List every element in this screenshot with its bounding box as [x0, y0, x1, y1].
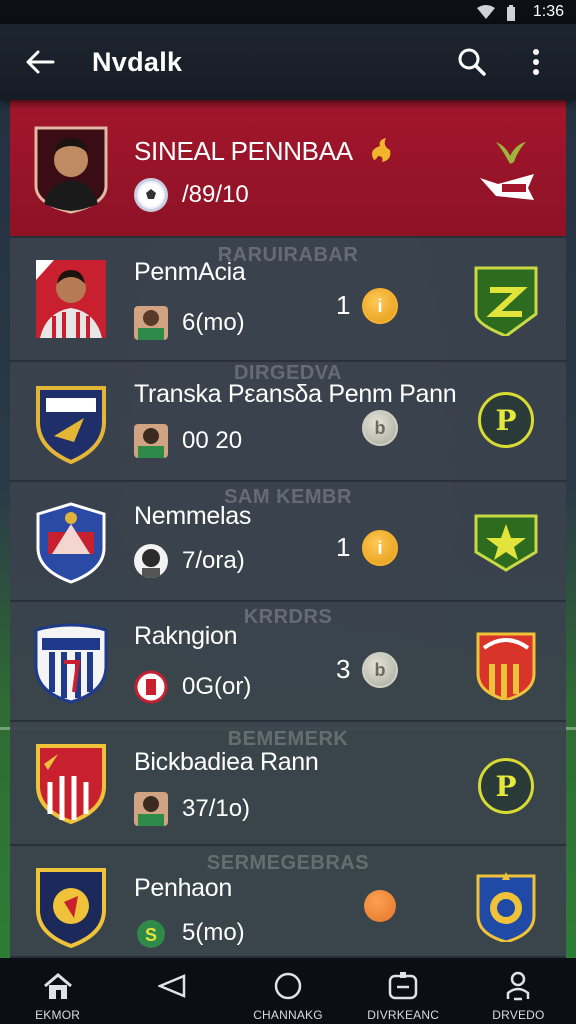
- player-thumb-icon: [134, 306, 168, 340]
- featured-stat-value: /89/10: [182, 181, 249, 208]
- team-row[interactable]: KRRDRS Rakngion 0G(or) 3 b: [10, 602, 566, 722]
- team-stat-value: 6(mo): [182, 309, 245, 336]
- silver-coin-icon: b: [362, 410, 398, 446]
- nav-item-back[interactable]: [115, 958, 230, 1008]
- app-bar: Nvdalk: [0, 24, 576, 100]
- p-badge-logo: P: [478, 758, 534, 814]
- more-vert-icon[interactable]: [516, 42, 556, 82]
- home-icon: [42, 970, 74, 1002]
- team-stat: 37/1o): [134, 792, 250, 826]
- nav-item-home[interactable]: EKMOR: [0, 958, 115, 1022]
- club-crest-logo: [34, 382, 108, 472]
- team-name: Penhaon: [134, 874, 232, 902]
- green-star-crest-logo: [474, 510, 538, 582]
- team-list: SINEAL PENNBAA /89/10 RARUIRABAR PenmAci…: [10, 100, 566, 958]
- team-row[interactable]: RARUIRABAR PenmAcia 6(mo) 1 i: [10, 238, 566, 362]
- circle-icon: [273, 970, 303, 1002]
- section-watermark: KRRDRS: [243, 606, 333, 628]
- page-title: Nvdalk: [92, 46, 183, 77]
- team-stat-value: 7/ora): [182, 547, 245, 574]
- club-crest-logo: [34, 742, 108, 832]
- team-stat: 0G(or): [134, 670, 251, 704]
- bird-icon: [494, 138, 528, 171]
- wifi-icon: [476, 5, 495, 19]
- team-name: Bickbadiea Rann: [134, 748, 319, 776]
- featured-team-name: SINEAL PENNBAA: [134, 136, 353, 166]
- status-bar: 1:36: [0, 0, 576, 24]
- club-crest-logo: [34, 866, 108, 956]
- team-row[interactable]: BEMEMERK Bickbadiea Rann 37/1o) P: [10, 722, 566, 846]
- nav-label: EKMOR: [35, 1008, 81, 1022]
- nav-label: CHANNAKG: [253, 1008, 323, 1022]
- featured-stat: /89/10: [134, 178, 249, 212]
- gold-coin-icon: i: [362, 530, 398, 566]
- rank-number: 1: [336, 532, 351, 562]
- football-icon: [134, 178, 168, 212]
- club-crest-logo: [34, 502, 108, 592]
- team-name: Rakngion: [134, 622, 238, 650]
- club-wing-logo: [480, 172, 534, 207]
- team-stat-value: 5(mo): [182, 919, 245, 946]
- team-name: Nemmelas: [134, 502, 252, 530]
- battery-icon: [505, 5, 523, 21]
- square-icon: [387, 970, 419, 1002]
- person-icon: [504, 970, 532, 1002]
- player-thumb-icon: [134, 792, 168, 826]
- team-stat-value: 00 20: [182, 427, 243, 454]
- featured-team-card[interactable]: SINEAL PENNBAA /89/10: [10, 100, 566, 238]
- nav-item-profile[interactable]: DRVEDO: [461, 958, 576, 1022]
- player-avatar: [34, 124, 108, 214]
- team-name: PenmAcia: [134, 258, 246, 286]
- team-stat-value: 0G(or): [182, 673, 252, 700]
- green-s-icon: S: [134, 916, 168, 950]
- player-avatar: [34, 258, 108, 348]
- nav-item-channels[interactable]: CHANNAKG: [230, 958, 345, 1022]
- player-thumb-icon: [134, 424, 168, 458]
- flame-icon: [366, 136, 396, 171]
- team-stat: S 5(mo): [134, 916, 245, 950]
- rank-number: 3: [336, 654, 351, 684]
- nav-label: DIVRKEANC: [367, 1008, 440, 1022]
- status-time: 1:36: [532, 3, 564, 20]
- green-z-crest-logo: [474, 264, 538, 338]
- team-name: Transka Pεansδa Penm Pann: [134, 380, 457, 408]
- bottom-navigation: EKMOR CHANNAKG DIVRKEANC DRVEDO: [0, 958, 576, 1024]
- section-watermark: SERMEGEBRAS: [206, 852, 370, 874]
- red-stripe-crest-logo: [474, 628, 538, 702]
- team-stat: 7/ora): [134, 544, 245, 578]
- nav-item-recents[interactable]: DIVRKEANC: [346, 958, 461, 1022]
- team-stat-value: 37/1o): [182, 795, 251, 822]
- team-stat: 00 20: [134, 424, 242, 458]
- team-row[interactable]: DIRGEDVA Transka Pεansδa Penm Pann 00 20…: [10, 362, 566, 482]
- search-icon[interactable]: [452, 42, 492, 82]
- orange-coin-icon: [364, 890, 396, 922]
- gold-coin-icon: i: [362, 288, 398, 324]
- rank-number: 1: [336, 290, 351, 320]
- club-crest-logo: [34, 622, 108, 712]
- team-row[interactable]: SAM KEMBR Nemmelas 7/ora) 1 i: [10, 482, 566, 602]
- back-arrow-icon[interactable]: [20, 42, 60, 82]
- team-row[interactable]: SERMEGEBRAS Penhaon S 5(mo): [10, 846, 566, 958]
- p-badge-logo: P: [478, 392, 534, 448]
- nav-label: DRVEDO: [492, 1008, 545, 1022]
- red-club-icon: [134, 670, 168, 704]
- player-thumb-icon: [134, 544, 168, 578]
- silver-coin-icon: b: [362, 652, 398, 688]
- blue-crest-logo: [474, 870, 538, 944]
- team-stat: 6(mo): [134, 306, 245, 340]
- back-triangle-icon: [157, 970, 188, 1002]
- svg-text:S: S: [145, 925, 157, 945]
